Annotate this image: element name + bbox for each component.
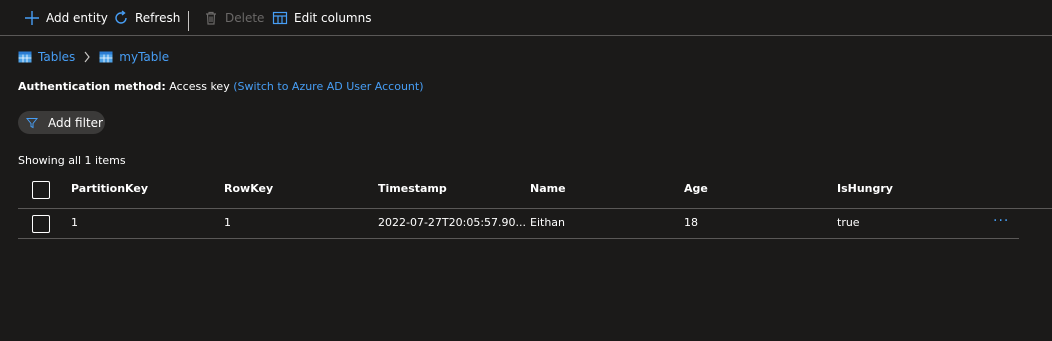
column-header[interactable]: Age [684,182,708,195]
add-filter-label: Add filter [48,115,103,130]
breadcrumb-current[interactable]: myTable [119,50,169,64]
cell-row-key: 1 [224,216,231,229]
add-filter-button[interactable]: Add filter [18,111,105,134]
items-count: Showing all 1 items [18,154,126,167]
refresh-label: Refresh [135,10,181,25]
refresh-icon [115,9,127,24]
select-all-checkbox[interactable] [32,181,50,199]
cell-partition-key: 1 [71,216,78,229]
column-header[interactable]: RowKey [224,182,273,195]
cell-age: 18 [684,216,698,229]
plus-icon [25,10,39,25]
filter-icon [26,117,38,128]
edit-columns-label: Edit columns [294,10,372,25]
table-icon [18,51,32,63]
add-entity-label: Add entity [46,10,108,25]
auth-label: Authentication method: [18,80,166,93]
breadcrumb: Tables myTable [18,49,169,65]
auth-value: Access key [169,80,230,93]
refresh-button[interactable]: Refresh [113,0,180,35]
trash-icon [206,11,216,25]
add-entity-button[interactable]: Add entity [24,0,108,35]
column-header[interactable]: Timestamp [378,182,447,195]
cell-timestamp: 2022-07-27T20:05:57.90... [378,216,527,229]
authentication-method: Authentication method: Access key (Switc… [18,80,424,93]
command-bar: Add entity Refresh Delete Edit columns [0,0,1052,36]
chevron-right-icon [84,51,91,63]
column-header[interactable]: Name [530,182,566,195]
edit-columns-button[interactable]: Edit columns [272,0,371,35]
table-row[interactable]: 1 1 2022-07-27T20:05:57.90... Eithan 18 … [18,209,1019,239]
more-actions-icon[interactable]: ··· [993,213,1009,229]
toolbar-divider [188,11,189,31]
cell-is-hungry: true [837,216,860,229]
column-header[interactable]: IsHungry [837,182,893,195]
edit-columns-icon [272,11,288,24]
delete-label: Delete [225,10,265,25]
column-header[interactable]: PartitionKey [71,182,148,195]
breadcrumb-tables-link[interactable]: Tables [38,50,75,64]
cell-name: Eithan [530,216,566,229]
switch-auth-link[interactable]: (Switch to Azure AD User Account) [233,80,423,93]
row-checkbox[interactable] [32,215,50,233]
table-icon [99,51,113,63]
delete-button[interactable]: Delete [203,0,264,35]
table-header: PartitionKey RowKey Timestamp Name Age I… [18,175,1052,209]
